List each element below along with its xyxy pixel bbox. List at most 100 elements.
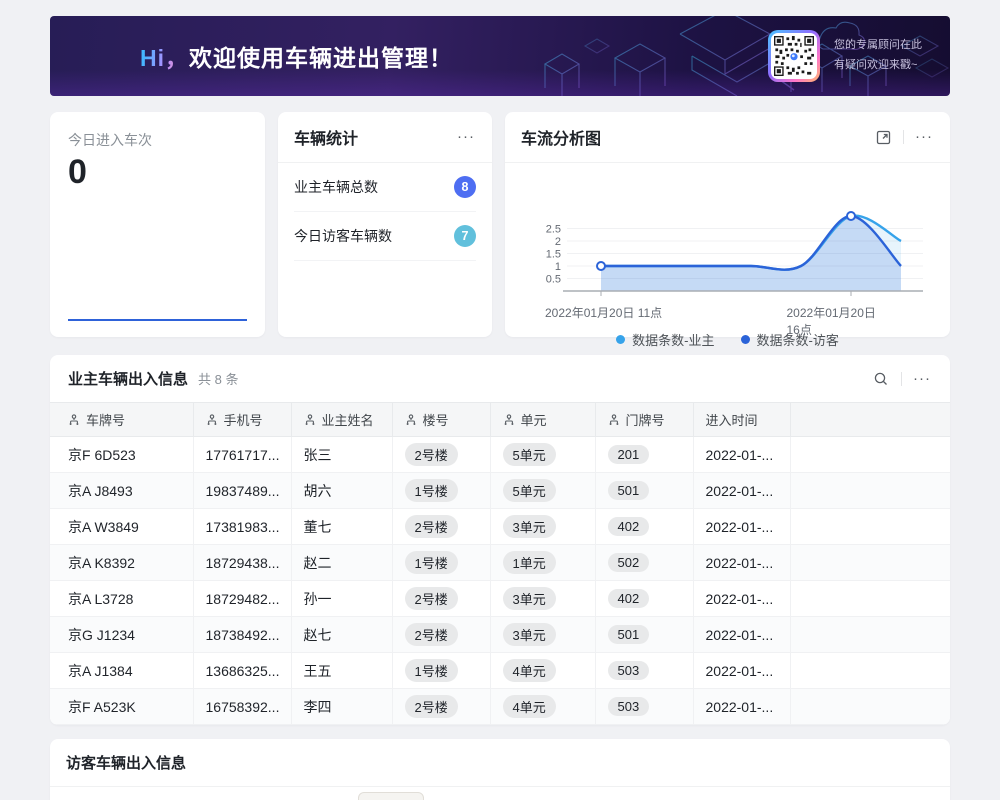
field-relation-icon (608, 414, 620, 426)
stat-row-visitor-today: 今日访客车辆数 7 (294, 212, 476, 261)
expand-icon[interactable] (873, 127, 893, 147)
column-header[interactable]: 进入时间 (693, 403, 790, 437)
legend-item-owner[interactable]: 数据条数-业主 (616, 330, 714, 349)
table-cell: 京F A523K (50, 689, 193, 725)
table-row[interactable]: 京A K839218729438...赵二1号楼1单元5022022-01-..… (50, 545, 950, 581)
stat-row-owner-total: 业主车辆总数 8 (294, 163, 476, 212)
tag-pill: 1号楼 (405, 659, 458, 682)
table-cell: 2022-01-... (693, 509, 790, 545)
tag-pill: 5单元 (503, 479, 556, 502)
table-cell: 2022-01-... (693, 581, 790, 617)
search-icon[interactable] (871, 369, 891, 389)
banner-greeting: Hi，欢迎使用车辆进出管理！ (140, 39, 453, 73)
chart-title: 车流分析图 (521, 125, 601, 149)
qr-caption-line2: 有疑问欢迎来戳~ (834, 56, 922, 76)
more-menu-icon[interactable]: ··· (456, 127, 476, 147)
x-axis-label-peak: 2022年01月20日 16点 (787, 304, 884, 338)
table-cell: 17381983... (193, 509, 291, 545)
tag-pill: 1号楼 (405, 479, 458, 502)
field-relation-icon (503, 414, 515, 426)
line-chart: 0.511.522.5 2022年01月20日 11点 2022年01月20日 … (505, 163, 950, 361)
table-cell: 18738492... (193, 617, 291, 653)
table-row[interactable]: 京A J138413686325...王五1号楼4单元5032022-01-..… (50, 653, 950, 689)
table-cell: 2号楼 (392, 617, 490, 653)
tag-pill: 501 (608, 625, 650, 644)
table-row[interactable]: 京F 6D52317761717...张三2号楼5单元2012022-01-..… (50, 437, 950, 473)
table-cell: 503 (595, 653, 693, 689)
table-cell: 503 (595, 689, 693, 725)
tag-pill: 402 (608, 589, 650, 608)
svg-text:1.5: 1.5 (546, 249, 561, 261)
table-row[interactable]: 京A W384917381983...董七2号楼3单元4022022-01-..… (50, 509, 950, 545)
column-header-label: 楼号 (423, 410, 449, 429)
table-cell: 京G J1234 (50, 617, 193, 653)
table-cell: 402 (595, 509, 693, 545)
tag-pill: 502 (608, 553, 650, 572)
table-cell: 502 (595, 545, 693, 581)
table-cell (790, 617, 950, 653)
table-cell: 2022-01-... (693, 545, 790, 581)
table-cell: 京A J1384 (50, 653, 193, 689)
table-cell: 4单元 (490, 653, 595, 689)
column-header[interactable]: 门牌号 (595, 403, 693, 437)
table-cell: 2号楼 (392, 509, 490, 545)
table-cell (790, 653, 950, 689)
column-header (790, 403, 950, 437)
column-header[interactable]: 车牌号 (50, 403, 193, 437)
divider (901, 372, 902, 386)
welcome-banner: Hi，欢迎使用车辆进出管理！ (50, 16, 950, 96)
table-row[interactable]: 京A L372818729482...孙一2号楼3单元4022022-01-..… (50, 581, 950, 617)
field-relation-icon (68, 414, 80, 426)
tag-pill: 4单元 (503, 695, 556, 718)
table-cell: 2022-01-... (693, 437, 790, 473)
banner-greeting-text: 欢迎使用车辆进出管理！ (189, 45, 453, 71)
table-cell (790, 473, 950, 509)
svg-text:2: 2 (555, 236, 561, 248)
legend-label: 数据条数-业主 (632, 330, 714, 349)
owner-table-title: 业主车辆出入信息 (68, 368, 188, 389)
widgets-row: 今日进入车次 0 车辆统计 ··· 业主车辆总数 8 今日访客车辆数 7 车流分… (50, 112, 950, 337)
table-cell: 京A L3728 (50, 581, 193, 617)
table-cell (790, 509, 950, 545)
column-header-label: 进入时间 (706, 410, 758, 429)
stat-row-label: 业主车辆总数 (294, 177, 378, 197)
more-menu-icon[interactable]: ··· (912, 369, 932, 389)
traffic-analysis-card: 车流分析图 ··· 0.511.522.5 2022年01月20日 11点 (505, 112, 950, 337)
x-axis-label-start: 2022年01月20日 11点 (545, 304, 662, 321)
tag-pill: 1号楼 (405, 551, 458, 574)
table-cell: 5单元 (490, 473, 595, 509)
table-cell: 201 (595, 437, 693, 473)
tag-pill: 4单元 (503, 659, 556, 682)
capture-button[interactable]: 截屏 (358, 792, 424, 800)
table-cell: 17761717... (193, 437, 291, 473)
table-row[interactable]: 京G J123418738492...赵七2号楼3单元5012022-01-..… (50, 617, 950, 653)
table-cell: 京A W3849 (50, 509, 193, 545)
table-cell: 1号楼 (392, 473, 490, 509)
qr-caption: 您的专属顾问在此 有疑问欢迎来戳~ (834, 36, 922, 76)
tag-pill: 2号楼 (405, 623, 458, 646)
tag-pill: 2号楼 (405, 443, 458, 466)
column-header[interactable]: 单元 (490, 403, 595, 437)
table-cell (790, 437, 950, 473)
table-cell: 3单元 (490, 509, 595, 545)
tag-pill: 402 (608, 517, 650, 536)
column-header[interactable]: 楼号 (392, 403, 490, 437)
legend-dot (741, 335, 750, 344)
stat-value: 0 (68, 154, 247, 191)
qr-code (771, 33, 817, 79)
consultant-qr-block: 您的专属顾问在此 有疑问欢迎来戳~ (768, 30, 922, 82)
field-relation-icon (405, 414, 417, 426)
table-row[interactable]: 京F A523K16758392...李四2号楼4单元5032022-01-..… (50, 689, 950, 725)
column-header[interactable]: 业主姓名 (291, 403, 392, 437)
dashboard-page: Hi，欢迎使用车辆进出管理！ (50, 0, 950, 800)
table-cell: 京F 6D523 (50, 437, 193, 473)
table-cell: 18729438... (193, 545, 291, 581)
table-cell: 2022-01-... (693, 689, 790, 725)
column-header[interactable]: 手机号 (193, 403, 291, 437)
qr-caption-line1: 您的专属顾问在此 (834, 36, 922, 56)
table-row[interactable]: 京A J849319837489...胡六1号楼5单元5012022-01-..… (50, 473, 950, 509)
more-menu-icon[interactable]: ··· (914, 127, 934, 147)
tag-pill: 2号楼 (405, 515, 458, 538)
svg-text:1: 1 (555, 261, 561, 273)
vehicle-stats-card: 车辆统计 ··· 业主车辆总数 8 今日访客车辆数 7 (278, 112, 492, 337)
